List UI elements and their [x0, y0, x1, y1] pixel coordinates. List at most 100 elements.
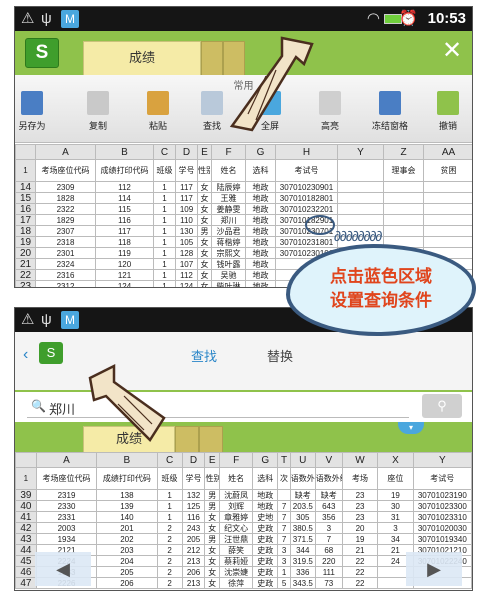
cell[interactable]: 陆辰婷 — [211, 181, 246, 193]
cell[interactable]: 307010231801 — [275, 236, 338, 248]
column-header[interactable]: H — [275, 144, 338, 160]
cell[interactable] — [383, 203, 424, 215]
cell[interactable]: 蔡莉娅 — [218, 555, 254, 567]
header-cell[interactable]: 考试号 — [412, 467, 472, 490]
cell[interactable]: 118 — [95, 236, 154, 248]
ribbon-button-2[interactable]: 粘贴 — [133, 91, 183, 132]
cell[interactable]: 2 — [156, 533, 183, 545]
cell[interactable]: 地政 — [252, 500, 279, 512]
cell[interactable]: 121 — [95, 269, 154, 281]
column-header[interactable]: Y — [337, 144, 384, 160]
header-cell[interactable]: 班级 — [156, 467, 183, 490]
cell[interactable]: 缺考 — [314, 489, 343, 501]
cell[interactable]: 1 — [153, 247, 176, 259]
cell[interactable]: 7 — [277, 533, 291, 545]
cell[interactable]: 2 — [156, 577, 183, 589]
cell[interactable]: 纪文心 — [218, 522, 254, 534]
sheet-tab-2b[interactable] — [175, 426, 199, 452]
cell[interactable]: 男 — [204, 500, 220, 512]
header-cell[interactable]: 考场座位代码 — [35, 467, 98, 490]
cell[interactable]: 史政 — [252, 544, 279, 556]
cell[interactable]: 109 — [175, 203, 198, 215]
cell[interactable] — [383, 181, 424, 193]
cell[interactable]: 1 — [156, 500, 183, 512]
cell[interactable]: 地政 — [245, 192, 276, 204]
cell[interactable]: 22 — [341, 577, 379, 589]
cell[interactable]: 2 — [156, 522, 183, 534]
column-header[interactable]: F — [211, 144, 246, 160]
cell[interactable]: 119 — [95, 247, 154, 259]
column-header[interactable]: A — [35, 144, 96, 160]
cell[interactable]: 30701020030 — [412, 522, 472, 534]
cell[interactable]: 2324 — [35, 258, 96, 270]
cell[interactable]: 章雅婷 — [218, 511, 254, 523]
cell[interactable]: 男 — [204, 489, 220, 501]
cell[interactable]: 地政 — [245, 214, 276, 226]
cell[interactable]: 203 — [96, 544, 158, 556]
corner-cell[interactable] — [15, 452, 37, 468]
cell[interactable]: 地政 — [245, 181, 276, 193]
cell[interactable]: 117 — [175, 181, 198, 193]
cell[interactable]: 5 — [277, 577, 291, 589]
row-number[interactable]: 23 — [15, 280, 36, 287]
cell[interactable] — [423, 214, 472, 226]
cell[interactable]: 1 — [153, 192, 176, 204]
row-number[interactable]: 20 — [15, 247, 36, 259]
row-number[interactable]: 43 — [15, 533, 37, 545]
column-header[interactable]: X — [377, 452, 414, 468]
header-cell[interactable]: 选科 — [245, 159, 276, 182]
cell[interactable]: 7 — [314, 533, 343, 545]
cell[interactable]: 112 — [175, 269, 198, 281]
column-header[interactable]: F — [218, 452, 254, 468]
cell[interactable]: 女 — [197, 236, 212, 248]
cell[interactable]: 124 — [95, 280, 154, 287]
cell[interactable]: 女 — [204, 544, 220, 556]
column-header[interactable]: Y — [412, 452, 472, 468]
header-cell[interactable]: 学号 — [175, 159, 198, 182]
ribbon-button-7[interactable]: 撤销 — [423, 91, 472, 132]
column-header[interactable]: B — [95, 144, 154, 160]
column-header[interactable]: D — [175, 144, 198, 160]
column-header[interactable]: B — [96, 452, 158, 468]
header-cell[interactable]: 次 — [277, 467, 291, 490]
cell[interactable]: 204 — [96, 555, 158, 567]
cell[interactable]: 2316 — [35, 269, 96, 281]
cell[interactable]: 史地 — [252, 511, 279, 523]
cell[interactable]: 34 — [377, 533, 414, 545]
cell[interactable]: 女 — [204, 577, 220, 589]
column-header[interactable]: Z — [383, 144, 424, 160]
cell[interactable]: 史政 — [252, 533, 279, 545]
row-number[interactable]: 22 — [15, 269, 36, 281]
cell[interactable]: 2319 — [35, 489, 98, 501]
cell[interactable]: 30701023300 — [412, 500, 472, 512]
ribbon-button-0[interactable]: 另存为 — [15, 91, 57, 132]
cell[interactable]: 2312 — [35, 280, 96, 287]
cell[interactable]: 女 — [197, 258, 212, 270]
column-header[interactable]: G — [252, 452, 279, 468]
cell[interactable]: 305 — [289, 511, 316, 523]
header-cell[interactable]: 考场 — [341, 467, 379, 490]
tab-search[interactable]: 查找 — [191, 346, 217, 365]
cell[interactable]: 112 — [95, 181, 154, 193]
cell[interactable] — [423, 192, 472, 204]
cell[interactable]: 柴叶琳 — [211, 280, 246, 287]
header-cell[interactable]: 理事会 — [383, 159, 424, 182]
cell[interactable]: 女 — [197, 214, 212, 226]
cell[interactable]: 地政 — [245, 247, 276, 259]
cell[interactable]: 女 — [204, 522, 220, 534]
cell[interactable]: 7 — [277, 522, 291, 534]
cell[interactable] — [423, 236, 472, 248]
cell[interactable]: 132 — [181, 489, 206, 501]
cell[interactable]: 地政 — [245, 225, 276, 237]
cell[interactable]: 205 — [181, 533, 206, 545]
header-cell[interactable]: 班级 — [153, 159, 176, 182]
cell[interactable]: 宗熙文 — [211, 247, 246, 259]
dropdown-toggle[interactable]: ▾ — [398, 422, 424, 434]
cell[interactable]: 刘辉 — [218, 500, 254, 512]
cell[interactable]: 2322 — [35, 203, 96, 215]
cell[interactable]: 地政 — [245, 203, 276, 215]
header-cell[interactable]: 座位 — [377, 467, 414, 490]
cell[interactable]: 沈蔚凤 — [218, 489, 254, 501]
cell[interactable]: 138 — [96, 489, 158, 501]
cell[interactable]: 汪世鼎 — [218, 533, 254, 545]
